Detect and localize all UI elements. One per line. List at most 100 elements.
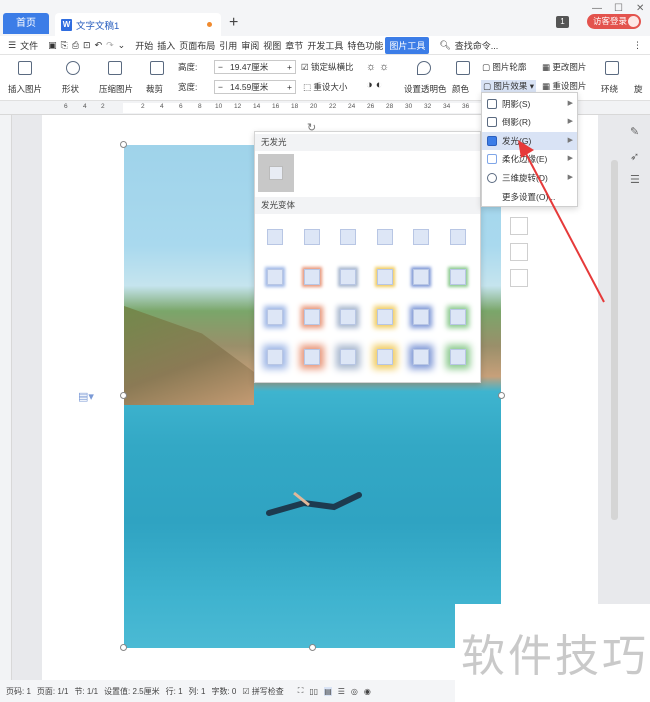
fullscreen-icon[interactable]: ⛶ — [298, 686, 304, 696]
glow-variant-option[interactable] — [376, 349, 393, 365]
lock-ratio-checkbox[interactable]: ☑ 锁定纵横比 — [301, 61, 354, 73]
menu-item-more-settings[interactable]: 更多设置(O)... — [482, 188, 577, 206]
eye-protection-icon[interactable]: ◉ — [364, 687, 371, 696]
status-chars[interactable]: 字数: 0 — [211, 686, 236, 697]
wrap-icon[interactable] — [605, 61, 619, 75]
search-icon[interactable]: 🔍︎ — [437, 40, 452, 51]
glow-variant-option[interactable] — [413, 269, 429, 285]
resize-handle[interactable] — [309, 644, 316, 651]
glow-variant-option[interactable] — [413, 309, 429, 325]
glow-variant-option[interactable] — [340, 229, 356, 245]
glow-variant-option[interactable] — [376, 309, 393, 325]
glow-variant-option[interactable] — [340, 349, 356, 365]
menu-view[interactable]: 视图 — [261, 39, 283, 52]
contrast-icon[interactable]: ◑ ◐ — [366, 79, 382, 91]
new-tab-button[interactable]: + — [229, 14, 238, 32]
page-view-icon[interactable]: ▤ — [324, 686, 332, 696]
glow-variant-option[interactable] — [449, 309, 466, 325]
height-increase[interactable]: + — [287, 61, 292, 73]
glow-variant-option[interactable] — [340, 269, 356, 285]
glow-variant-option[interactable] — [267, 309, 283, 325]
status-page[interactable]: 页面: 1/1 — [37, 686, 69, 697]
layout-side-icon[interactable] — [510, 243, 528, 261]
glow-variant-option[interactable] — [340, 309, 356, 325]
menu-review[interactable]: 审阅 — [239, 39, 261, 52]
picture-outline-button[interactable]: ▢ 图片轮廓 — [482, 61, 526, 73]
menu-features[interactable]: 特色功能 — [345, 39, 385, 52]
glow-variant-option[interactable] — [303, 269, 320, 285]
no-glow-option[interactable] — [258, 154, 294, 192]
color-button[interactable]: 颜色 — [452, 83, 469, 95]
glow-variant-option[interactable] — [413, 229, 429, 245]
height-decrease[interactable]: − — [218, 61, 223, 73]
minimize-button[interactable]: — — [592, 3, 602, 14]
glow-variant-option[interactable] — [303, 309, 320, 325]
crop-button[interactable]: 裁剪 — [146, 83, 163, 95]
more-arrow-icon[interactable]: ⌄ — [116, 40, 128, 51]
wrap-button[interactable]: 环绕 — [601, 83, 618, 95]
reset-size-button[interactable]: ⬚ 重设大小 — [303, 81, 347, 93]
width-input[interactable]: −14.59厘米 + — [214, 80, 296, 94]
save-icon[interactable]: ▣ — [46, 40, 59, 51]
undo-icon[interactable]: ↶ — [93, 40, 105, 51]
outline-view-icon[interactable]: ☰ — [338, 687, 345, 696]
compress-icon[interactable] — [108, 61, 122, 75]
menu-item-reflection[interactable]: 倒影(R) ▶ — [482, 113, 577, 131]
guest-login-button[interactable]: 访客登录 — [587, 14, 641, 29]
crop-icon[interactable] — [150, 61, 164, 75]
document-tab[interactable]: W 文字文稿1 — [55, 13, 221, 36]
status-page-code[interactable]: 页码: 1 — [6, 686, 31, 697]
layout-options-icon[interactable]: ▤▾ — [78, 390, 94, 403]
status-settings[interactable]: 设置值: 2.5厘米 — [104, 686, 160, 697]
glow-variant-option[interactable] — [267, 269, 283, 285]
menu-insert[interactable]: 插入 — [155, 39, 177, 52]
pen-icon[interactable]: ✎ — [630, 125, 639, 138]
glow-variant-option[interactable] — [303, 349, 320, 365]
vertical-scrollbar[interactable] — [611, 160, 618, 520]
resize-handle[interactable] — [120, 644, 127, 651]
menu-home[interactable]: 开始 — [133, 39, 155, 52]
menu-item-soft-edges[interactable]: 柔化边缘(E) ▶ — [482, 150, 577, 168]
menu-reference[interactable]: 引用 — [217, 39, 239, 52]
crop-side-icon[interactable] — [510, 217, 528, 235]
preview-icon[interactable]: ⊡ — [81, 40, 93, 51]
resize-handle[interactable] — [120, 392, 127, 399]
glow-variant-option[interactable] — [413, 349, 429, 365]
vertical-ruler[interactable] — [0, 115, 12, 680]
cursor-icon[interactable]: ➶ — [630, 150, 639, 163]
glow-variant-option[interactable] — [267, 349, 283, 365]
close-window-button[interactable]: ✕ — [636, 3, 644, 14]
redo-icon[interactable]: ↷ — [104, 40, 116, 51]
menu-layout[interactable]: 页面布局 — [177, 39, 217, 52]
transparent-color-icon[interactable] — [417, 61, 431, 75]
width-increase[interactable]: + — [287, 81, 292, 93]
export-icon[interactable]: ⎘ — [59, 40, 70, 51]
spell-check-button[interactable]: ☑ 拼写检查 — [242, 686, 283, 697]
menu-item-3d-rotation[interactable]: 三维旋转(D) ▶ — [482, 169, 577, 187]
menu-item-shadow[interactable]: 阴影(S) ▶ — [482, 95, 577, 113]
color-icon[interactable] — [456, 61, 470, 75]
reset-picture-button[interactable]: ▦ 重设图片 — [542, 80, 586, 92]
glow-variant-option[interactable] — [303, 229, 320, 245]
insert-picture-button[interactable]: 插入图片 — [8, 83, 42, 95]
glow-variant-option[interactable] — [376, 269, 393, 285]
compress-button[interactable]: 压缩图片 — [99, 83, 133, 95]
menu-chapter[interactable]: 章节 — [283, 39, 305, 52]
home-tab[interactable]: 首页 — [3, 13, 49, 34]
glow-variant-option[interactable] — [449, 349, 466, 365]
glow-variant-option[interactable] — [376, 229, 393, 245]
change-picture-button[interactable]: ▦ 更改图片 — [542, 61, 586, 73]
brightness-icon[interactable]: ☼ ☼ — [366, 61, 389, 73]
shape-button[interactable]: 形状 — [62, 83, 79, 95]
frame-side-icon[interactable] — [510, 269, 528, 287]
maximize-button[interactable]: ☐ — [614, 3, 623, 14]
window-count-badge[interactable]: 1 — [556, 16, 569, 28]
menu-devtools[interactable]: 开发工具 — [305, 39, 345, 52]
menu-picture-tools[interactable]: 图片工具 — [385, 36, 430, 54]
insert-picture-icon[interactable] — [18, 61, 32, 75]
height-input[interactable]: −19.47厘米 + — [214, 60, 296, 74]
picture-effects-button[interactable]: ▢ 图片效果 ▾ — [481, 80, 537, 92]
set-transparent-button[interactable]: 设置透明色 — [404, 83, 447, 95]
rotate-button[interactable]: 旋 — [634, 83, 643, 95]
settings-sliders-icon[interactable]: ☰ — [630, 173, 640, 186]
